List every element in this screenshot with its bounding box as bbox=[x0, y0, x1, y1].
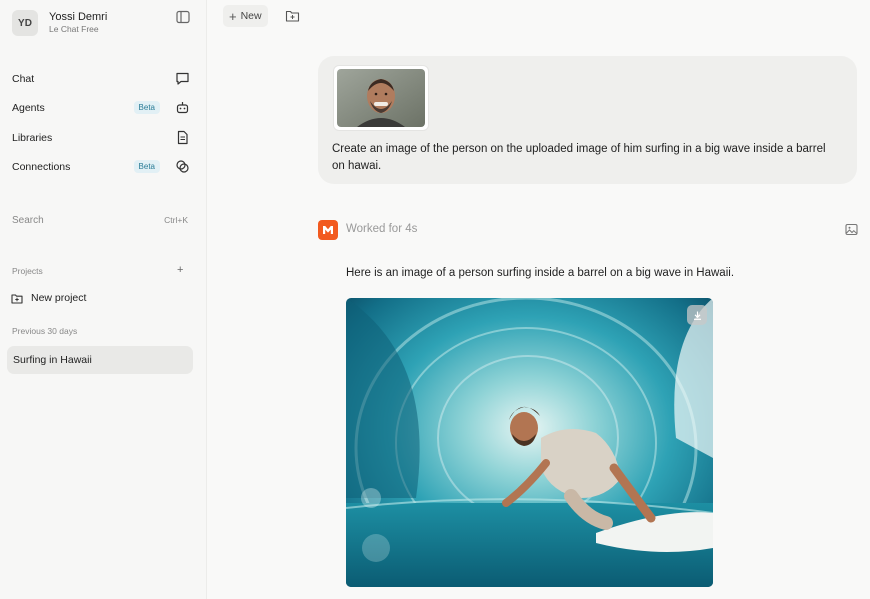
projects-heading: Projects bbox=[12, 266, 43, 276]
conversation-title: Surfing in Hawaii bbox=[13, 354, 92, 366]
plus-icon: + bbox=[229, 8, 237, 24]
search-shortcut: Ctrl+K bbox=[164, 215, 188, 225]
beta-badge: Beta bbox=[133, 101, 160, 114]
user-message-text: Create an image of the person on the upl… bbox=[332, 143, 826, 172]
document-icon bbox=[177, 130, 188, 145]
sidebar: YD Yossi Demri Le Chat Free Chat Agents … bbox=[0, 0, 207, 599]
new-project-label: New project bbox=[31, 292, 87, 304]
assistant-message-text: Here is an image of a person surfing ins… bbox=[346, 267, 735, 279]
sidebar-item-libraries[interactable]: Libraries bbox=[12, 128, 190, 148]
user-message-bubble: Create an image of the person on the upl… bbox=[318, 56, 857, 184]
mistral-logo-icon bbox=[318, 220, 338, 240]
search-label: Search bbox=[12, 214, 44, 226]
sidebar-item-label: Libraries bbox=[12, 132, 53, 144]
surfing-image bbox=[346, 298, 713, 587]
conversation-item[interactable]: Surfing in Hawaii bbox=[7, 346, 193, 374]
download-icon bbox=[693, 311, 701, 320]
sidebar-item-connections[interactable]: Connections Beta bbox=[12, 157, 190, 177]
new-chat-button[interactable]: + New bbox=[223, 5, 268, 27]
download-button[interactable] bbox=[687, 305, 707, 325]
uploaded-image-thumbnail[interactable] bbox=[333, 65, 429, 131]
sidebar-toggle-icon[interactable] bbox=[176, 10, 190, 24]
sidebar-item-label: Agents bbox=[12, 102, 45, 114]
sidebar-item-agents[interactable]: Agents Beta bbox=[12, 98, 190, 118]
connections-icon bbox=[176, 160, 189, 173]
generated-image[interactable] bbox=[346, 298, 713, 587]
sidebar-item-chat[interactable]: Chat bbox=[12, 69, 190, 89]
search-button[interactable]: Search Ctrl+K bbox=[12, 212, 188, 228]
user-profile[interactable]: YD Yossi Demri Le Chat Free bbox=[12, 10, 107, 36]
avatar: YD bbox=[12, 10, 38, 36]
worked-status[interactable]: Worked for 4s bbox=[346, 223, 417, 235]
folder-icon[interactable] bbox=[285, 9, 300, 23]
history-heading: Previous 30 days bbox=[12, 326, 78, 336]
new-project-button[interactable]: New project bbox=[11, 292, 86, 304]
chat-bubble-icon bbox=[176, 72, 189, 85]
beta-badge: Beta bbox=[133, 160, 160, 173]
add-project-button[interactable]: + bbox=[177, 264, 183, 276]
user-name: Yossi Demri bbox=[49, 11, 108, 23]
robot-icon bbox=[176, 102, 189, 114]
folder-plus-icon bbox=[11, 293, 23, 304]
sidebar-item-label: Connections bbox=[12, 161, 71, 173]
uploaded-photo bbox=[337, 69, 425, 127]
image-icon[interactable] bbox=[845, 223, 858, 236]
sidebar-item-label: Chat bbox=[12, 73, 35, 85]
new-chat-label: New bbox=[240, 10, 262, 22]
user-plan: Le Chat Free bbox=[49, 24, 99, 34]
